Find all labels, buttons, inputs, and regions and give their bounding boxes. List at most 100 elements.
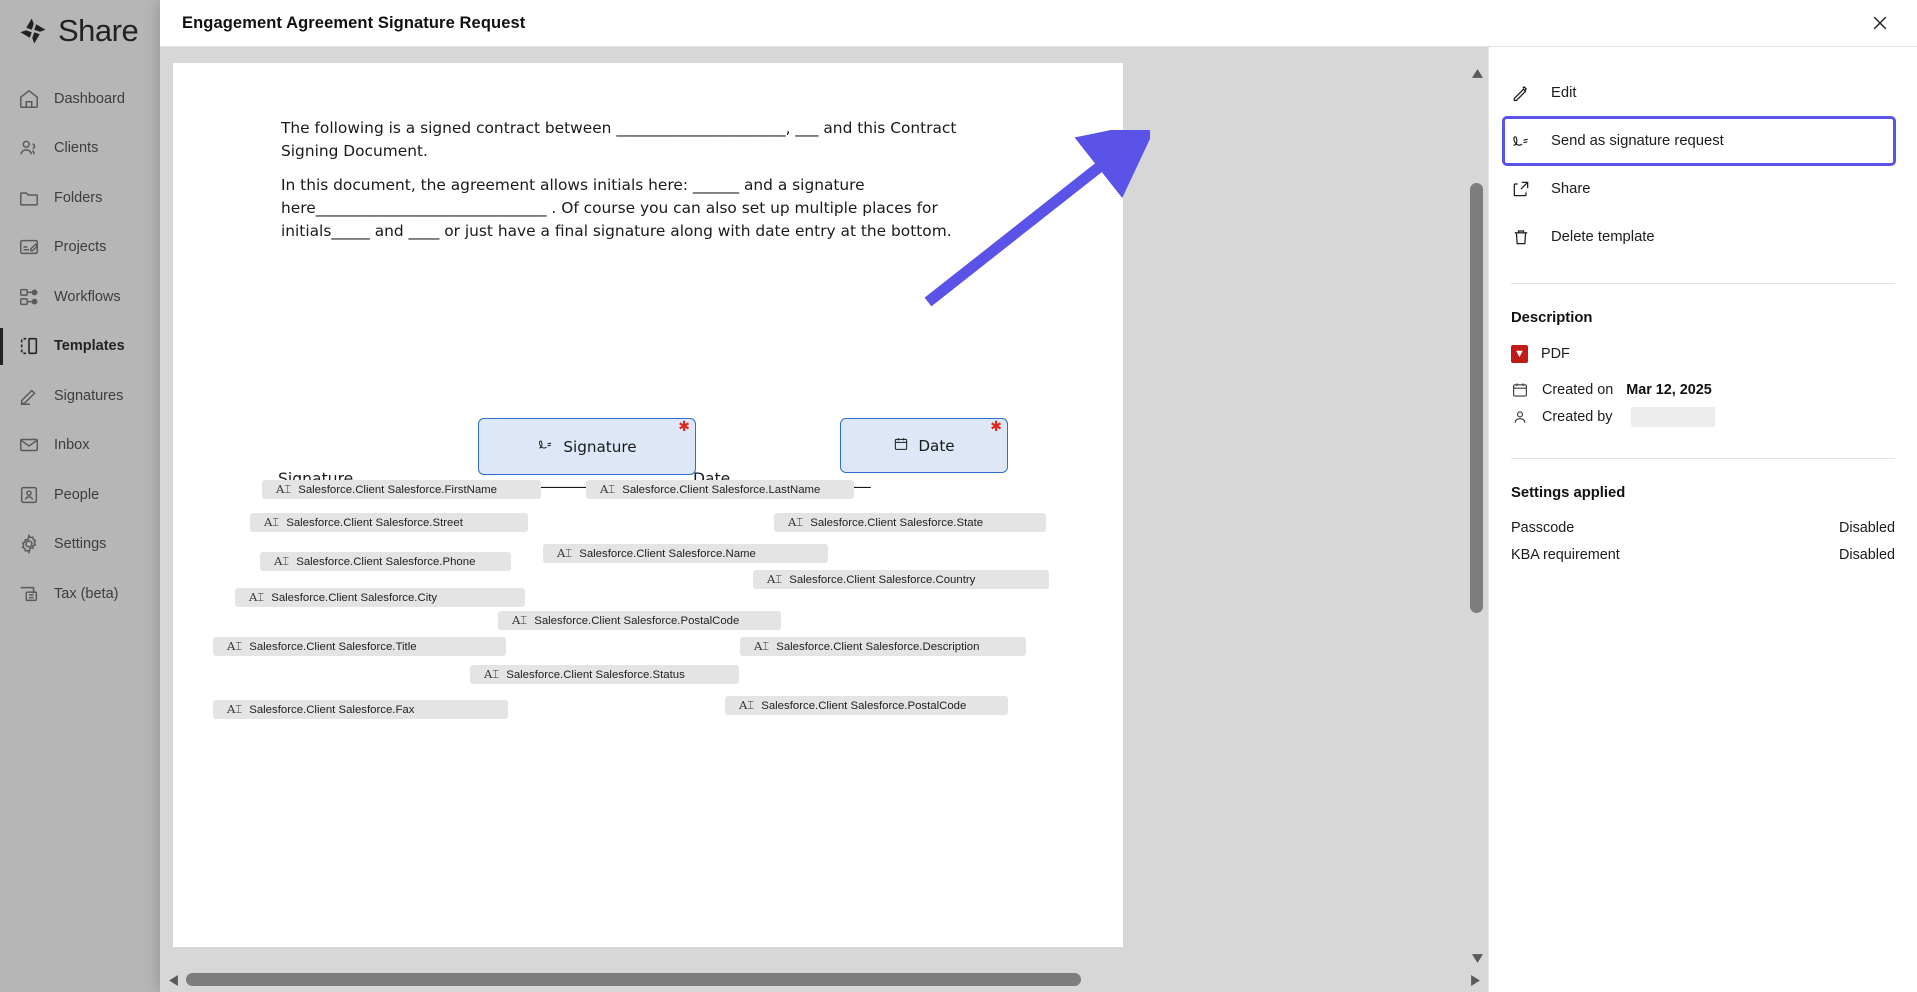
signature-icon xyxy=(537,436,554,457)
document-page: The following is a signed contract betwe… xyxy=(173,63,1123,947)
modal-header: Engagement Agreement Signature Request xyxy=(160,0,1917,47)
text-tag-icon: A⌶ xyxy=(739,698,755,712)
delete-template-button[interactable]: Delete template xyxy=(1489,213,1917,261)
merge-field-tag[interactable]: A⌶ Salesforce.Client Salesforce.Phone xyxy=(260,552,511,571)
file-type-label: PDF xyxy=(1541,345,1570,362)
document-paragraph-1: The following is a signed contract betwe… xyxy=(281,119,957,161)
text-tag-icon: A⌶ xyxy=(484,667,500,681)
send-as-signature-request-button[interactable]: Send as signature request xyxy=(1502,116,1896,166)
merge-field-tag[interactable]: A⌶ Salesforce.Client Salesforce.PostalCod… xyxy=(725,696,1008,715)
close-icon[interactable] xyxy=(1865,8,1895,38)
vertical-scrollbar[interactable] xyxy=(1466,63,1488,968)
setting-label: Passcode xyxy=(1511,520,1575,536)
merge-field-tag[interactable]: A⌶ Salesforce.Client Salesforce.FirstName xyxy=(262,480,541,499)
text-tag-icon: A⌶ xyxy=(274,554,290,568)
pdf-icon: ▼ xyxy=(1511,344,1528,363)
merge-field-tag[interactable]: A⌶ Salesforce.Client Salesforce.Status xyxy=(470,665,739,684)
actions-list: Edit Send as signature request Share Del… xyxy=(1489,47,1917,283)
setting-value: Disabled xyxy=(1839,547,1895,563)
merge-field-label: Salesforce.Client Salesforce.Fax xyxy=(249,703,415,716)
merge-field-label: Salesforce.Client Salesforce.Title xyxy=(249,640,417,653)
text-tag-icon: A⌶ xyxy=(264,515,280,529)
template-preview-modal: Engagement Agreement Signature Request T… xyxy=(160,0,1917,992)
merge-field-tag[interactable]: A⌶ Salesforce.Client Salesforce.Title xyxy=(213,637,506,656)
date-field-label: Date xyxy=(918,436,955,455)
triangle-up-icon[interactable] xyxy=(1466,63,1488,83)
edit-button[interactable]: Edit xyxy=(1489,69,1917,117)
action-label: Edit xyxy=(1551,85,1577,101)
merge-field-label: Salesforce.Client Salesforce.Description xyxy=(776,640,980,653)
calendar-icon xyxy=(893,436,909,456)
vertical-scrollbar-thumb[interactable] xyxy=(1470,183,1483,613)
document-paragraph-2: In this document, the agreement allows i… xyxy=(281,176,952,241)
triangle-right-icon[interactable] xyxy=(1464,968,1486,992)
text-tag-icon: A⌶ xyxy=(276,482,292,496)
merge-field-label: Salesforce.Client Salesforce.PostalCode xyxy=(761,699,967,712)
text-tag-icon: A⌶ xyxy=(227,702,243,716)
merge-field-tag[interactable]: A⌶ Salesforce.Client Salesforce.Descripti… xyxy=(740,637,1026,656)
merge-field-tag[interactable]: A⌶ Salesforce.Client Salesforce.LastName xyxy=(586,480,854,499)
setting-row-kba: KBA requirement Disabled xyxy=(1511,542,1895,568)
signature-icon xyxy=(1511,131,1531,151)
merge-field-label: Salesforce.Client Salesforce.State xyxy=(810,516,984,529)
calendar-icon xyxy=(1511,381,1529,399)
action-label: Send as signature request xyxy=(1551,133,1724,149)
share-button[interactable]: Share xyxy=(1489,165,1917,213)
action-label: Delete template xyxy=(1551,229,1655,245)
details-panel: Edit Send as signature request Share Del… xyxy=(1488,47,1917,992)
merge-field-label: Salesforce.Client Salesforce.Status xyxy=(506,668,685,681)
text-tag-icon: A⌶ xyxy=(754,639,770,653)
text-tag-icon: A⌶ xyxy=(512,613,528,627)
created-on-value: Mar 12, 2025 xyxy=(1626,381,1712,398)
description-heading: Description xyxy=(1511,310,1593,326)
merge-field-label: Salesforce.Client Salesforce.Name xyxy=(579,547,756,560)
settings-applied-section: Settings applied Passcode Disabled KBA r… xyxy=(1489,459,1917,568)
merge-field-tag[interactable]: A⌶ Salesforce.Client Salesforce.PostalCod… xyxy=(498,611,781,630)
merge-field-label: Salesforce.Client Salesforce.Phone xyxy=(296,555,476,568)
merge-field-tag[interactable]: A⌶ Salesforce.Client Salesforce.Country xyxy=(753,570,1049,589)
triangle-down-icon[interactable] xyxy=(1466,948,1488,968)
triangle-left-icon[interactable] xyxy=(162,968,184,992)
merge-field-label: Salesforce.Client Salesforce.FirstName xyxy=(298,483,497,496)
modal-body: The following is a signed contract betwe… xyxy=(160,47,1917,992)
page-title: Engagement Agreement Signature Request xyxy=(182,13,526,32)
setting-row-passcode: Passcode Disabled xyxy=(1511,515,1895,541)
action-label: Share xyxy=(1551,181,1591,197)
file-type-row: ▼ PDF xyxy=(1511,340,1895,367)
horizontal-scrollbar[interactable] xyxy=(160,968,1480,992)
text-tag-icon: A⌶ xyxy=(767,572,783,586)
created-by-value-redacted xyxy=(1631,406,1716,427)
signature-field-label: Signature xyxy=(563,437,637,456)
date-field[interactable]: ✱ Date xyxy=(840,418,1008,473)
merge-field-label: Salesforce.Client Salesforce.Country xyxy=(789,573,976,586)
text-tag-icon: A⌶ xyxy=(788,515,804,529)
trash-icon xyxy=(1511,227,1531,247)
created-on-label: Created on xyxy=(1542,381,1614,398)
text-tag-icon: A⌶ xyxy=(600,482,616,496)
document-viewer[interactable]: The following is a signed contract betwe… xyxy=(160,47,1488,992)
required-asterisk: ✱ xyxy=(990,419,1002,435)
signature-row: Signature_______________________________… xyxy=(278,418,1058,488)
merge-field-tag[interactable]: A⌶ Salesforce.Client Salesforce.City xyxy=(235,588,525,607)
share-icon xyxy=(1511,179,1531,199)
merge-field-label: Salesforce.Client Salesforce.LastName xyxy=(622,483,821,496)
merge-field-label: Salesforce.Client Salesforce.City xyxy=(271,591,438,604)
merge-field-label: Salesforce.Client Salesforce.PostalCode xyxy=(534,614,740,627)
description-section: Description ▼ PDF Created on Mar 12, 202… xyxy=(1489,284,1917,430)
created-by-row: Created by xyxy=(1511,403,1895,430)
user-icon xyxy=(1511,408,1529,426)
merge-field-tag[interactable]: A⌶ Salesforce.Client Salesforce.State xyxy=(774,513,1046,532)
text-tag-icon: A⌶ xyxy=(557,546,573,560)
pencil-icon xyxy=(1511,83,1531,103)
merge-field-tag[interactable]: A⌶ Salesforce.Client Salesforce.Name xyxy=(543,544,828,563)
text-tag-icon: A⌶ xyxy=(227,639,243,653)
settings-heading: Settings applied xyxy=(1511,485,1626,501)
horizontal-scrollbar-thumb[interactable] xyxy=(186,973,1081,986)
merge-field-label: Salesforce.Client Salesforce.Street xyxy=(286,516,463,529)
signature-field[interactable]: ✱ Signature xyxy=(478,418,696,475)
merge-field-tag[interactable]: A⌶ Salesforce.Client Salesforce.Fax xyxy=(213,700,508,719)
created-by-label: Created by xyxy=(1542,408,1613,425)
setting-label: KBA requirement xyxy=(1511,547,1620,563)
required-asterisk: ✱ xyxy=(678,419,690,435)
merge-field-tag[interactable]: A⌶ Salesforce.Client Salesforce.Street xyxy=(250,513,528,532)
